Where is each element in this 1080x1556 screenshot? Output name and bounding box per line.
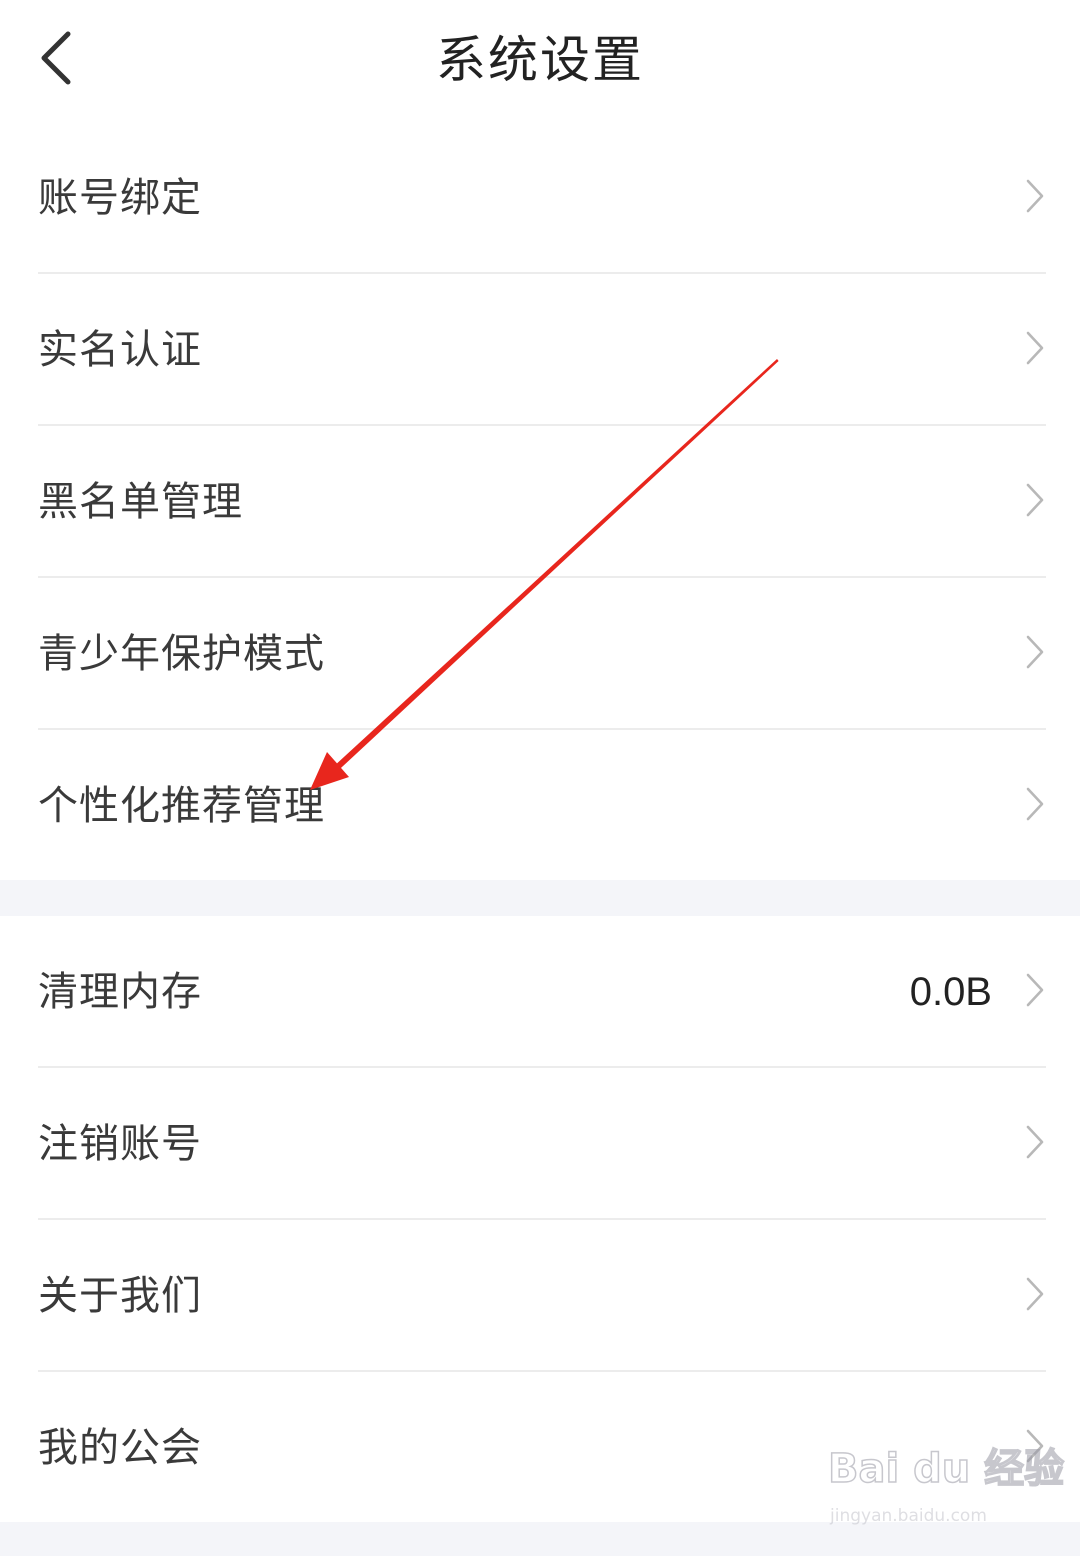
chevron-right-icon [1026, 635, 1044, 669]
chevron-right-icon [1026, 179, 1044, 213]
row-label: 我的公会 [38, 1425, 202, 1471]
page-title: 系统设置 [436, 31, 644, 89]
nav-bar: 系统设置 [0, 0, 1080, 122]
settings-row-account-binding[interactable]: 账号绑定 [0, 122, 1080, 274]
chevron-right-icon [1026, 1125, 1044, 1159]
settings-group-account: 账号绑定 实名认证 黑名单管理 青少年保护模式 个性化推荐管理 [0, 122, 1080, 880]
cache-size-value: 0.0B [909, 970, 992, 1014]
row-label: 青少年保护模式 [38, 631, 325, 677]
row-label: 注销账号 [38, 1121, 202, 1167]
settings-row-real-name-verification[interactable]: 实名认证 [0, 274, 1080, 426]
chevron-right-icon [1026, 331, 1044, 365]
settings-group-general: 清理内存 0.0B 注销账号 关于我们 我的公会 [0, 916, 1080, 1522]
watermark-logo: Bai du 经验 [827, 1445, 1065, 1493]
settings-row-clear-cache[interactable]: 清理内存 0.0B [0, 916, 1080, 1068]
row-label: 黑名单管理 [38, 479, 243, 525]
settings-row-about-us[interactable]: 关于我们 [0, 1220, 1080, 1372]
row-label: 关于我们 [38, 1273, 202, 1319]
settings-row-delete-account[interactable]: 注销账号 [0, 1068, 1080, 1220]
settings-row-blacklist[interactable]: 黑名单管理 [0, 426, 1080, 578]
chevron-right-icon [1026, 1277, 1044, 1311]
chevron-right-icon [1026, 973, 1044, 1007]
row-label: 实名认证 [38, 327, 202, 373]
row-label: 个性化推荐管理 [38, 783, 325, 829]
settings-row-youth-mode[interactable]: 青少年保护模式 [0, 578, 1080, 730]
section-separator [0, 880, 1080, 916]
settings-row-personalized-recommendation[interactable]: 个性化推荐管理 [0, 730, 1080, 882]
baidu-jingyan-watermark: Bai du 经验 jingyan.baidu.com [827, 1436, 1065, 1536]
watermark-url: jingyan.baidu.com [830, 1506, 987, 1526]
chevron-right-icon [1026, 483, 1044, 517]
chevron-right-icon [1026, 787, 1044, 821]
row-label: 清理内存 [38, 969, 202, 1015]
row-label: 账号绑定 [38, 175, 202, 221]
